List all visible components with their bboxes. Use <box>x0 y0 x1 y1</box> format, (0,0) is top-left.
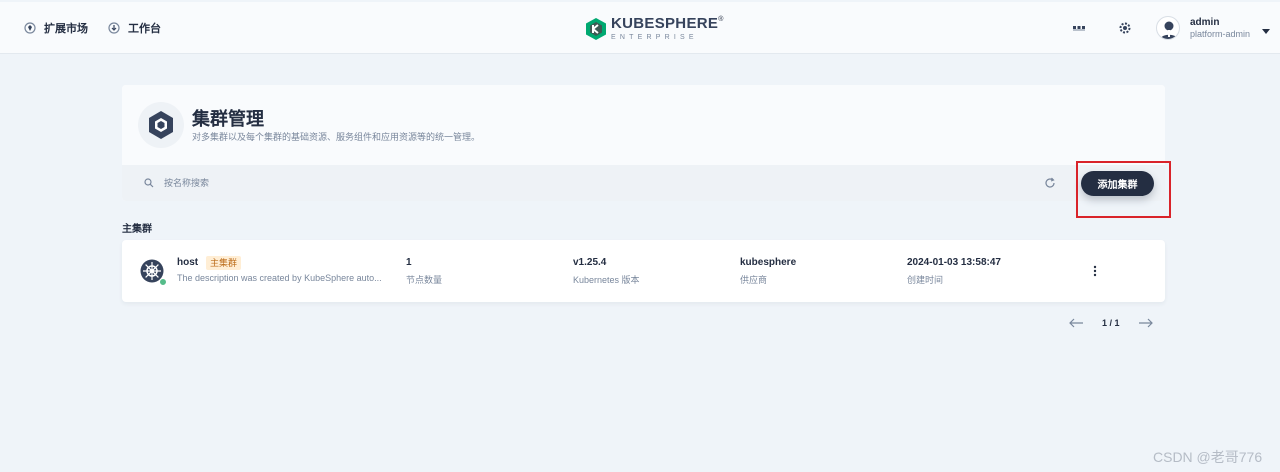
nav-left: 扩展市场 工作台 <box>24 2 181 54</box>
apps-grid-icon[interactable] <box>1072 21 1086 35</box>
cluster-name: host <box>177 257 199 268</box>
logo-main-text: KUBESPHERE <box>611 15 719 32</box>
provider-name: kubesphere <box>740 257 797 268</box>
top-navbar: 扩展市场 工作台 KUBESPHERE® ENTERPRISE admin pl… <box>0 2 1280 54</box>
avatar-person-icon <box>1160 21 1178 39</box>
pagination-info: 1 / 1 <box>1102 318 1120 328</box>
logo-text: KUBESPHERE® ENTERPRISE <box>611 16 723 41</box>
user-menu-caret-icon[interactable] <box>1262 29 1270 34</box>
node-count: 1 <box>406 257 412 268</box>
logo-registered-mark: ® <box>718 16 724 23</box>
header-banner: 集群管理 对多集群以及每个集群的基础资源、服务组件和应用资源等的统一管理。 <box>122 85 1165 165</box>
user-menu[interactable]: admin platform-admin <box>1156 16 1250 40</box>
nav-marketplace-label: 扩展市场 <box>44 23 88 35</box>
user-info: admin platform-admin <box>1190 17 1250 39</box>
cluster-created: 2024-01-03 13:58:47 创建时间 <box>907 257 1001 286</box>
kubesphere-logo[interactable]: KUBESPHERE® ENTERPRISE <box>585 16 723 41</box>
creation-time-label: 创建时间 <box>907 275 944 285</box>
settings-gear-icon[interactable] <box>1118 21 1132 35</box>
annotation-highlight-box <box>1076 161 1171 218</box>
next-page-arrow-icon[interactable] <box>1138 317 1154 329</box>
cluster-provider: kubesphere 供应商 <box>740 257 796 286</box>
page-description: 对多集群以及每个集群的基础资源、服务组件和应用资源等的统一管理。 <box>192 132 481 142</box>
kubernetes-version-label: Kubernetes 版本 <box>573 275 640 285</box>
kubesphere-logo-icon <box>586 17 606 40</box>
search-icon <box>144 178 154 188</box>
search-input[interactable] <box>160 173 1040 193</box>
kubernetes-version: v1.25.4 <box>573 257 607 268</box>
cluster-status-dot <box>159 278 167 286</box>
cube-icon <box>149 111 173 139</box>
cluster-description: The description was created by KubeSpher… <box>177 273 382 283</box>
cluster-management-icon <box>138 102 184 148</box>
user-role: platform-admin <box>1190 28 1251 39</box>
nav-workbench-label: 工作台 <box>128 23 161 35</box>
prev-page-arrow-icon[interactable] <box>1068 317 1084 329</box>
marketplace-icon <box>24 22 36 34</box>
cluster-nodes: 1 节点数量 <box>406 257 442 286</box>
creation-time: 2024-01-03 13:58:47 <box>907 257 1001 268</box>
user-name: admin <box>1190 17 1220 29</box>
page-title: 集群管理 <box>192 109 264 129</box>
csdn-watermark: CSDN @老哥776 <box>1153 449 1263 465</box>
refresh-icon[interactable] <box>1044 177 1056 189</box>
nav-marketplace[interactable]: 扩展市场 <box>24 20 88 36</box>
node-count-label: 节点数量 <box>406 275 443 285</box>
more-actions-icon[interactable] <box>1093 265 1097 277</box>
workbench-icon <box>108 22 120 34</box>
user-avatar <box>1156 16 1180 40</box>
host-cluster-badge: 主集群 <box>206 256 242 270</box>
cluster-version: v1.25.4 Kubernetes 版本 <box>573 257 640 286</box>
host-cluster-section-title: 主集群 <box>122 224 152 235</box>
cluster-management-header: 集群管理 对多集群以及每个集群的基础资源、服务组件和应用资源等的统一管理。 <box>122 85 1165 201</box>
search-toolbar <box>122 165 1165 201</box>
nav-workbench[interactable]: 工作台 <box>108 20 161 36</box>
cluster-row-host[interactable]: host 主集群 The description was created by … <box>122 240 1165 302</box>
logo-subtitle: ENTERPRISE <box>611 34 698 41</box>
provider-label: 供应商 <box>740 275 768 285</box>
